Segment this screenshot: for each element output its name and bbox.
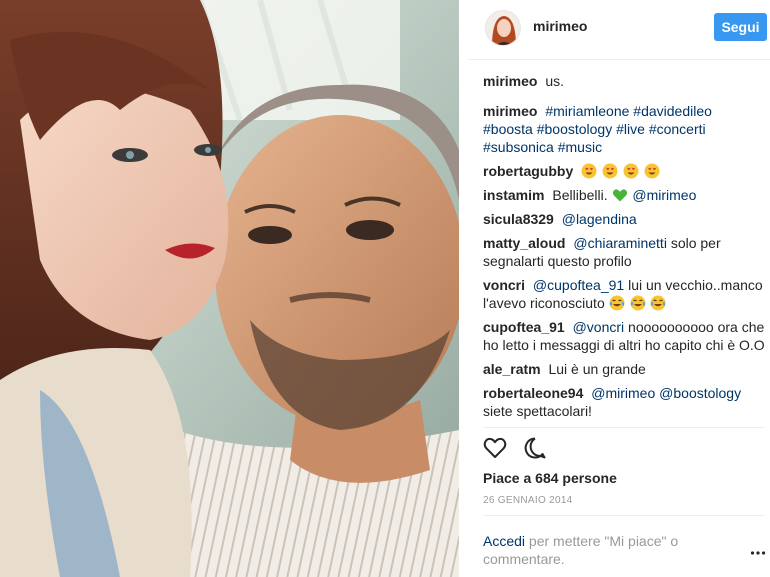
comment-text: siete spettacolari! bbox=[483, 403, 592, 419]
comment-username[interactable]: instamim bbox=[483, 187, 544, 203]
speech-bubble-icon[interactable] bbox=[523, 436, 547, 460]
ellipsis-icon[interactable] bbox=[750, 545, 766, 561]
login-prompt: Accedi per mettere "Mi piace" o commenta… bbox=[483, 532, 723, 568]
green-heart-emoji bbox=[612, 189, 627, 202]
comment-username[interactable]: cupoftea_91 bbox=[483, 319, 565, 335]
list-item: matty_aloud @chiaraminetti solo per segn… bbox=[483, 234, 765, 270]
heart-eyes-emoji bbox=[644, 163, 660, 179]
likes-count[interactable]: Piace a 684 persone bbox=[483, 470, 617, 486]
comment-username[interactable]: voncri bbox=[483, 277, 525, 293]
crying-laughing-emoji bbox=[630, 295, 646, 311]
header-username[interactable]: mirimeo bbox=[533, 18, 587, 34]
comment-username[interactable]: mirimeo bbox=[483, 103, 537, 119]
heart-eyes-emoji bbox=[581, 163, 597, 179]
post-side-panel: mirimeo Segui mirimeo us. mirimeo #miria… bbox=[469, 0, 770, 577]
heart-eyes-emoji bbox=[623, 163, 639, 179]
comment-text: Lui è un grande bbox=[548, 361, 646, 377]
list-item: robertagubby bbox=[483, 162, 765, 180]
list-item: robertaleone94 @mirimeo @boostology siet… bbox=[483, 384, 765, 420]
caption: mirimeo us. bbox=[483, 72, 765, 90]
comment-text: Bellibelli. bbox=[552, 187, 608, 203]
comment-mention[interactable]: @chiaraminetti bbox=[573, 235, 667, 251]
hashtag[interactable]: #davidedileo bbox=[633, 103, 712, 119]
comment-username[interactable]: robertaleone94 bbox=[483, 385, 583, 401]
list-item: sicula8329 @lagendina bbox=[483, 210, 765, 228]
hashtag[interactable]: #boosta bbox=[483, 121, 533, 137]
comment-mention[interactable]: @voncri bbox=[573, 319, 625, 335]
caption-text: us. bbox=[545, 73, 565, 89]
hashtag[interactable]: #live bbox=[616, 121, 645, 137]
hashtag[interactable]: #concerti bbox=[649, 121, 706, 137]
comment-mention[interactable]: @mirimeo bbox=[632, 187, 696, 203]
comment-username[interactable]: ale_ratm bbox=[483, 361, 541, 377]
divider bbox=[483, 427, 765, 428]
hashtag[interactable]: #miriamleone bbox=[545, 103, 629, 119]
heart-eyes-emoji bbox=[602, 163, 618, 179]
post-photo[interactable] bbox=[0, 0, 459, 577]
login-link[interactable]: Accedi bbox=[483, 533, 525, 549]
comment-username[interactable]: robertagubby bbox=[483, 163, 573, 179]
avatar[interactable] bbox=[485, 10, 521, 46]
crying-laughing-emoji bbox=[609, 295, 625, 311]
crying-laughing-emoji bbox=[650, 295, 666, 311]
post-date: 26 GENNAIO 2014 bbox=[483, 495, 573, 506]
comment-username[interactable]: sicula8329 bbox=[483, 211, 554, 227]
comments-list[interactable]: mirimeo us. mirimeo #miriamleone #davide… bbox=[483, 72, 765, 425]
caption-username[interactable]: mirimeo bbox=[483, 73, 537, 89]
divider bbox=[483, 515, 765, 516]
post-header: mirimeo Segui bbox=[469, 0, 770, 60]
comment-username[interactable]: matty_aloud bbox=[483, 235, 565, 251]
list-item: mirimeo #miriamleone #davidedileo #boost… bbox=[483, 102, 765, 156]
comment-mention[interactable]: @boostology bbox=[659, 385, 741, 401]
comment-mention[interactable]: @lagendina bbox=[562, 211, 637, 227]
profile-avatar-image bbox=[486, 11, 520, 45]
couple-selfie-photo bbox=[0, 0, 459, 577]
heart-outline-icon[interactable] bbox=[483, 436, 507, 460]
list-item: instamim Bellibelli. @mirimeo bbox=[483, 186, 765, 204]
hashtag[interactable]: #boostology bbox=[537, 121, 613, 137]
list-item: voncri @cupoftea_91 lui un vecchio..manc… bbox=[483, 276, 765, 312]
hashtag[interactable]: #subsonica bbox=[483, 139, 554, 155]
comment-mention[interactable]: @mirimeo bbox=[591, 385, 655, 401]
list-item: ale_ratm Lui è un grande bbox=[483, 360, 765, 378]
hashtag[interactable]: #music bbox=[558, 139, 602, 155]
comment-mention[interactable]: @cupoftea_91 bbox=[533, 277, 624, 293]
follow-button[interactable]: Segui bbox=[714, 13, 767, 41]
list-item: cupoftea_91 @voncri noooooooooo ora che … bbox=[483, 318, 765, 354]
